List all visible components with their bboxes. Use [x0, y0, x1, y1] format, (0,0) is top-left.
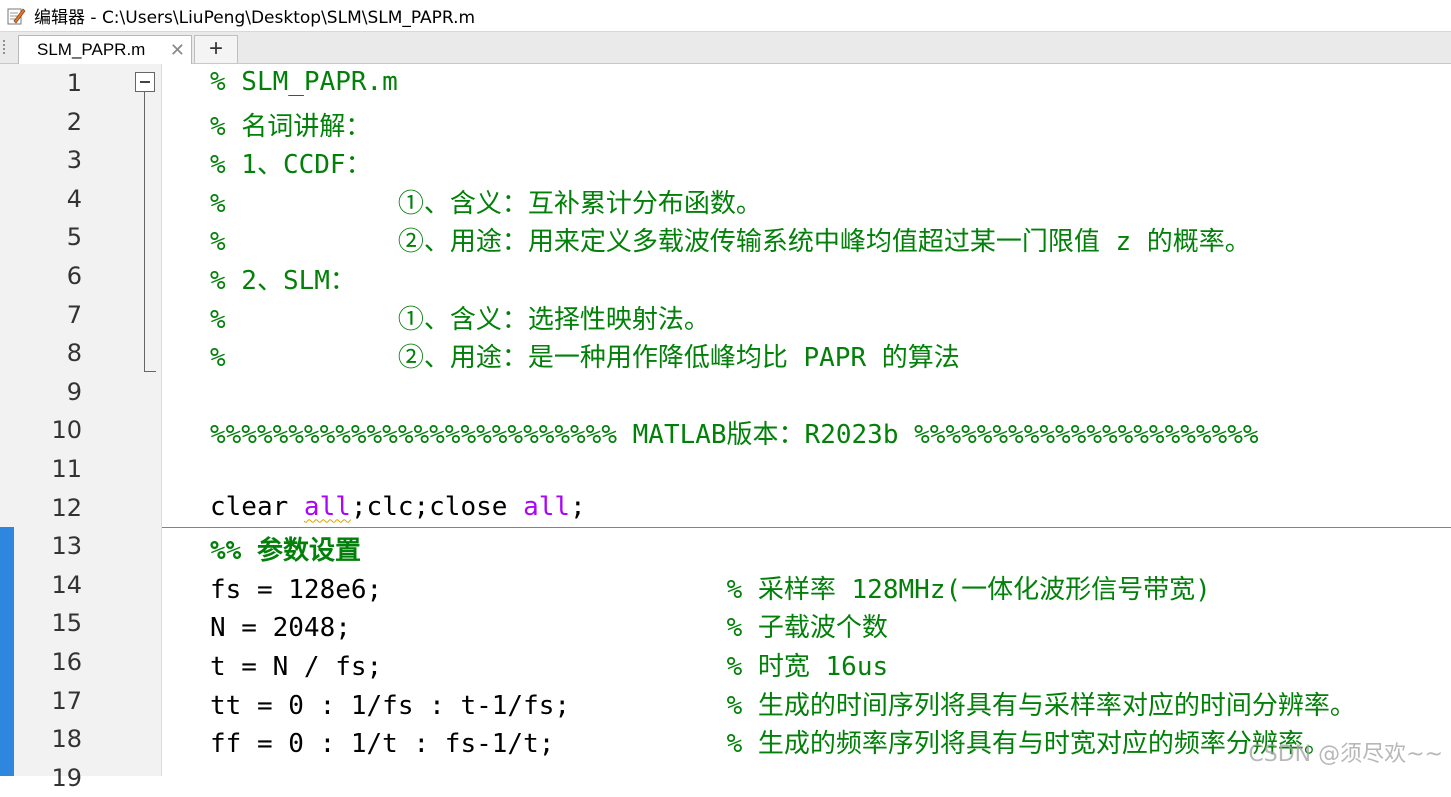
comment-token: % ①、含义：互补累计分布函数。 — [210, 188, 762, 219]
line-number: 1 — [66, 69, 82, 97]
code-token: ff = 0 : 1/t : fs-1/t; — [210, 729, 727, 760]
code-token: ;clc;close — [350, 491, 524, 522]
code-text[interactable]: % ②、用途：是一种用作降低峰均比 PAPR 的算法 — [210, 337, 960, 374]
comment-token: % SLM_PAPR.m — [210, 67, 398, 97]
comment-token: % 生成的频率序列将具有与时宽对应的频率分辨率。 — [726, 729, 1330, 760]
code-line[interactable]: 12 clear all;clc;close all; — [0, 489, 1451, 528]
fold-range-end — [144, 371, 156, 373]
comment-token: % 2、SLM： — [210, 266, 356, 296]
code-text[interactable]: %%%%%%%%%%%%%%%%%%%%%%%%%% MATLAB版本：R202… — [210, 414, 1259, 451]
code-line[interactable]: 18 ff = 0 : 1/t : fs-1/t; % 生成的频率序列将具有与时宽… — [0, 720, 1451, 759]
code-text[interactable]: % 名词讲解： — [210, 106, 371, 143]
code-line[interactable]: 16 t = N / fs; % 时宽 16us — [0, 643, 1451, 682]
window-title: 编辑器 - C:\Users\LiuPeng\Desktop\SLM\SLM_P… — [34, 8, 476, 28]
code-text[interactable]: % 2、SLM： — [210, 260, 356, 297]
line-number: 12 — [51, 493, 82, 522]
code-text[interactable]: clear all;clc;close all; — [210, 492, 586, 522]
watermark: CSDN @须尽欢~~ — [1248, 742, 1443, 767]
line-number: 3 — [66, 146, 82, 175]
tab-bar-grip-icon[interactable] — [2, 39, 6, 55]
comment-token: % 生成的时间序列将具有与采样率对应的时间分辨率。 — [726, 690, 1356, 721]
tab-label: SLM_PAPR.m — [37, 40, 146, 59]
line-number: 4 — [66, 184, 82, 213]
code-line[interactable]: 2 % 名词讲解： — [0, 103, 1451, 142]
code-text[interactable]: % ①、含义：互补累计分布函数。 — [210, 183, 762, 220]
code-text[interactable]: % ①、含义：选择性映射法。 — [210, 299, 710, 336]
code-token: t = N / fs; — [210, 652, 727, 682]
code-line[interactable]: 4 % ①、含义：互补累计分布函数。 — [0, 180, 1451, 219]
code-line[interactable]: 11 — [0, 450, 1451, 489]
code-token: fs = 128e6; — [210, 574, 727, 605]
code-line[interactable]: 5 % ②、用途：用来定义多载波传输系统中峰均值超过某一门限值 z 的概率。 — [0, 218, 1451, 257]
code-line[interactable]: 9 — [0, 373, 1451, 412]
code-line[interactable]: 6 % 2、SLM： — [0, 257, 1451, 296]
code-token: ; — [570, 491, 586, 522]
comment-token: % 时宽 16us — [726, 652, 889, 682]
code-editor[interactable]: 1 % SLM_PAPR.m 2 % 名词讲解： 3 % 1、CCDF： 4 % ①、含义：互… — [0, 64, 1451, 792]
comment-token: % 1、CCDF： — [210, 150, 372, 181]
comment-token: % ①、含义：选择性映射法。 — [210, 304, 710, 335]
line-number: 5 — [66, 223, 82, 252]
comment-token: % ②、用途：用来定义多载波传输系统中峰均值超过某一门限值 z 的概率。 — [210, 227, 1251, 258]
fold-collapse-icon[interactable] — [135, 72, 155, 92]
code-line[interactable]: 1 % SLM_PAPR.m — [0, 64, 1451, 103]
code-token: tt = 0 : 1/fs : t-1/fs; — [210, 690, 727, 721]
section-divider — [162, 527, 1451, 529]
line-number: 7 — [66, 300, 82, 329]
code-line[interactable]: 3 % 1、CCDF： — [0, 141, 1451, 180]
code-line[interactable]: 14 fs = 128e6; % 采样率 128MHz(一体化波形信号带宽) — [0, 566, 1451, 605]
code-line[interactable]: 19 — [0, 759, 1451, 797]
code-text[interactable]: tt = 0 : 1/fs : t-1/fs; % 生成的时间序列将具有与采样率… — [210, 685, 1356, 722]
code-line[interactable]: 15 N = 2048; % 子载波个数 — [0, 604, 1451, 643]
close-tab-icon[interactable]: ✕ — [170, 40, 185, 61]
code-text[interactable]: N = 2048; % 子载波个数 — [210, 607, 888, 644]
code-text[interactable]: ff = 0 : 1/t : fs-1/t; % 生成的频率序列将具有与时宽对应… — [210, 723, 1330, 760]
code-line[interactable]: 13%% 参数设置 — [0, 527, 1451, 566]
code-text[interactable]: % ②、用途：用来定义多载波传输系统中峰均值超过某一门限值 z 的概率。 — [210, 221, 1251, 258]
current-section-marker — [0, 527, 14, 776]
code-token: clear — [210, 491, 304, 522]
code-text[interactable]: %% 参数设置 — [210, 530, 361, 567]
line-number: 8 — [66, 339, 82, 368]
keyword-token: all — [523, 491, 571, 522]
comment-token: % ②、用途：是一种用作降低峰均比 PAPR 的算法 — [210, 343, 960, 374]
code-text[interactable]: t = N / fs; % 时宽 16us — [210, 646, 888, 683]
comment-token: % 子载波个数 — [726, 613, 888, 644]
tab-bar: SLM_PAPR.m ✕ + — [0, 32, 1451, 64]
line-number: 6 — [66, 262, 82, 290]
line-number: 2 — [66, 107, 82, 136]
code-line[interactable]: 8 % ②、用途：是一种用作降低峰均比 PAPR 的算法 — [0, 334, 1451, 373]
comment-token: % 名词讲解： — [210, 111, 372, 142]
comment-token: % 采样率 128MHz(一体化波形信号带宽) — [726, 574, 1211, 605]
line-number: 11 — [51, 455, 82, 483]
line-number: 10 — [51, 416, 82, 445]
tab-slm-papr[interactable]: SLM_PAPR.m ✕ — [18, 35, 192, 64]
title-bar: 编辑器 - C:\Users\LiuPeng\Desktop\SLM\SLM_P… — [0, 0, 1451, 32]
editor-app-icon — [7, 7, 26, 24]
keyword-token: all — [303, 491, 351, 522]
code-text[interactable]: % 1、CCDF： — [210, 144, 372, 181]
code-line[interactable]: 7 % ①、含义：选择性映射法。 — [0, 296, 1451, 335]
add-tab-button[interactable]: + — [194, 35, 238, 63]
code-text[interactable]: % SLM_PAPR.m — [210, 67, 398, 97]
code-line[interactable]: 10 %%%%%%%%%%%%%%%%%%%%%%%%%% MATLAB版本：R2… — [0, 411, 1451, 450]
code-token: N = 2048; — [210, 613, 727, 644]
fold-range-line — [144, 92, 145, 372]
code-line[interactable]: 17 tt = 0 : 1/fs : t-1/fs; % 生成的时间序列将具有与采… — [0, 682, 1451, 721]
line-number: 9 — [66, 377, 82, 406]
comment-token: %%%%%%%%%%%%%%%%%%%%%%%%%% MATLAB版本：R202… — [210, 420, 1259, 451]
comment-token: %% 参数设置 — [210, 536, 361, 567]
code-text[interactable]: fs = 128e6; % 采样率 128MHz(一体化波形信号带宽) — [210, 569, 1211, 606]
